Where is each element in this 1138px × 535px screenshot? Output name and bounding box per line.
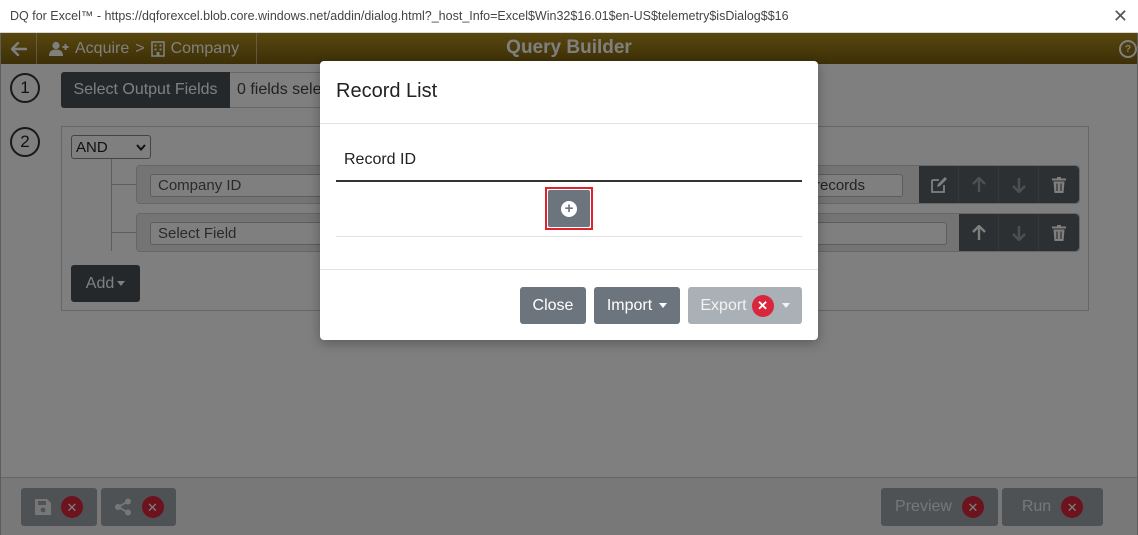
export-button[interactable]: Export ✕	[688, 287, 802, 324]
add-record-button[interactable]: +	[545, 187, 593, 230]
plus-circle-icon: +	[561, 200, 577, 217]
dialog-title: Record List	[336, 80, 438, 102]
divider	[336, 236, 802, 237]
column-header-record-id: Record ID	[344, 151, 417, 168]
divider	[336, 180, 802, 182]
window-title-bar: DQ for Excel™ - https://dqforexcel.blob.…	[0, 0, 1138, 33]
import-button[interactable]: Import	[594, 287, 680, 324]
export-label: Export	[700, 296, 747, 314]
close-button[interactable]: Close	[520, 287, 586, 324]
record-list-dialog: Record List Record ID + Close Import Exp…	[320, 61, 818, 340]
import-label: Import	[606, 296, 653, 314]
divider	[320, 123, 818, 124]
divider	[320, 269, 818, 270]
caret-down-icon	[781, 303, 790, 308]
caret-down-icon	[659, 303, 668, 308]
add-record-button-body: +	[548, 190, 590, 227]
error-icon: ✕	[751, 294, 774, 317]
window-close-button[interactable]: ✕	[1113, 6, 1128, 26]
window-url: DQ for Excel™ - https://dqforexcel.blob.…	[10, 9, 789, 23]
